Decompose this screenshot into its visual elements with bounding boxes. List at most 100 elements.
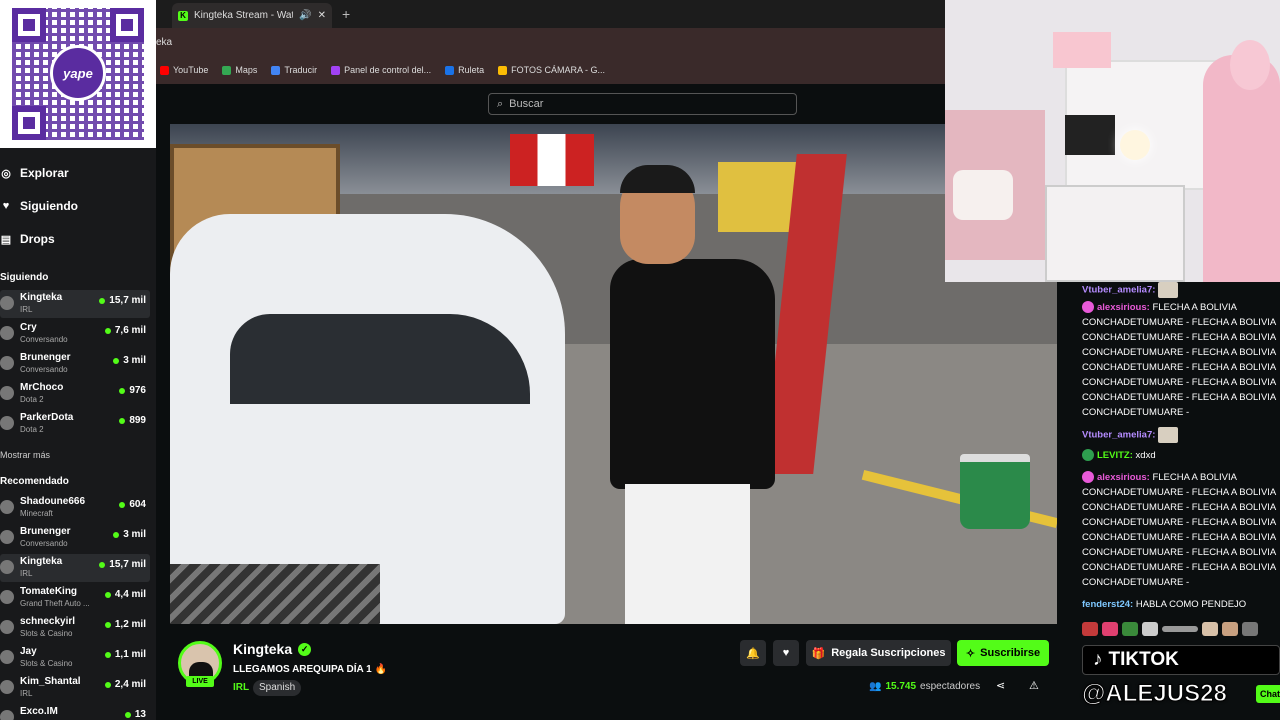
channel-name: Cry: [20, 322, 37, 333]
chat-username[interactable]: alexsirious:: [1097, 302, 1150, 313]
gift-subs-button[interactable]: 🎁 Regala Suscripciones: [806, 640, 951, 666]
nav-drops[interactable]: ▤ Drops: [0, 228, 55, 250]
gift-label: Regala Suscripciones: [831, 647, 946, 659]
emote-icon[interactable]: [1082, 622, 1098, 636]
chat-username[interactable]: Vtuber_amelia7:: [1082, 285, 1155, 296]
sidebar-channel[interactable]: Exco.IM 13: [0, 704, 150, 720]
chat-text: xdxd: [1135, 450, 1156, 461]
show-more-link[interactable]: Mostrar más: [0, 450, 50, 460]
channel-name: Brunenger: [20, 352, 71, 363]
chat-username[interactable]: Vtuber_amelia7:: [1082, 430, 1155, 441]
emote-icon: [1158, 427, 1179, 443]
subscribe-button[interactable]: ✧ Suscribirse: [957, 640, 1049, 666]
category-link[interactable]: IRL: [233, 682, 249, 693]
chat-username[interactable]: LEVITZ:: [1097, 450, 1133, 461]
emote-icon[interactable]: [1122, 622, 1138, 636]
streamer-name[interactable]: Kingteka: [233, 641, 292, 657]
channel-avatar: [0, 500, 14, 514]
chat-send-button[interactable]: Chat: [1256, 685, 1280, 703]
viewer-count-text: 15,7 mil: [109, 295, 146, 306]
channel-category: Grand Theft Auto ...: [20, 599, 90, 608]
emote-icon[interactable]: [1162, 626, 1198, 632]
sidebar-channel[interactable]: ParkerDota Dota 2 899: [0, 410, 150, 438]
tiktok-overlay: ♪ TIKTOK: [1082, 645, 1280, 675]
video-player[interactable]: 227: [170, 124, 1057, 624]
channel-viewers: 7,6 mil: [104, 325, 146, 336]
report-icon[interactable]: ⚠: [1029, 679, 1039, 692]
cam-scene: [1230, 40, 1270, 90]
search-icon: ⌕: [497, 97, 504, 110]
chat-username[interactable]: alexsirious:: [1097, 472, 1150, 483]
video-person: [610, 165, 775, 624]
channel-viewers: 2,4 mil: [104, 679, 146, 690]
bookmark-item[interactable]: Traducir: [271, 65, 317, 75]
channel-name: Shadoune666: [20, 496, 86, 507]
viewer-count-text: 1,1 mil: [114, 649, 146, 660]
sidebar-channel[interactable]: Cry Conversando 7,6 mil: [0, 320, 150, 348]
channel-category: Conversando: [20, 335, 68, 344]
viewer-count: 👥 15.745 espectadores: [869, 681, 980, 692]
tiktok-icon: ♪: [1093, 649, 1103, 670]
subscribe-label: Suscribirse: [980, 647, 1041, 659]
sidebar-channel[interactable]: Kim_Shantal IRL 2,4 mil: [0, 674, 150, 702]
sidebar-channel[interactable]: schneckyirl Slots & Casino 1,2 mil: [0, 614, 150, 642]
chat-text: FLECHA A BOLIVIA CONCHADETUMUARE - FLECH…: [1082, 472, 1276, 588]
emote-icon[interactable]: [1242, 622, 1258, 636]
bookmark-label: Ruleta: [458, 65, 485, 75]
chat-message: LEVITZ: xdxd: [1082, 448, 1280, 463]
channel-category: Minecraft: [20, 509, 53, 518]
emote-icon[interactable]: [1142, 622, 1158, 636]
heart-icon: ♥: [2, 200, 10, 212]
browser-tab[interactable]: K Kingteka Stream - Watch L 🔊 ✕: [172, 3, 332, 28]
speaker-icon[interactable]: 🔊: [299, 10, 311, 21]
search-input[interactable]: ⌕ Buscar: [488, 93, 797, 115]
emote-icon[interactable]: [1222, 622, 1238, 636]
bookmark-item[interactable]: Panel de control del...: [331, 65, 431, 75]
nav-label: Siguiendo: [20, 199, 78, 213]
nav-explorar[interactable]: ◎ Explorar: [0, 162, 69, 184]
sidebar-channel[interactable]: Jay Slots & Casino 1,1 mil: [0, 644, 150, 672]
bookmark-item[interactable]: Maps: [222, 65, 257, 75]
yape-logo: yape: [50, 45, 106, 101]
site-header: ⌕ Buscar: [156, 84, 945, 124]
bookmark-item[interactable]: FOTOS CÁMARA - G...: [498, 65, 605, 75]
new-tab-button[interactable]: +: [342, 6, 350, 22]
notification-bell-button[interactable]: 🔔: [740, 640, 766, 666]
nav-siguiendo[interactable]: ♥ Siguiendo: [0, 195, 78, 217]
viewer-label: espectadores: [920, 681, 981, 692]
screen: yape K Kingteka Stream - Watch L 🔊 ✕ + e…: [0, 0, 1280, 720]
sidebar-channel[interactable]: Kingteka IRL 15,7 mil: [0, 554, 150, 582]
cam-scene: [1203, 55, 1280, 282]
badge-icon: [1082, 449, 1094, 462]
address-bar[interactable]: eka: [156, 28, 945, 56]
channel-name: TomateKing: [20, 586, 78, 597]
language-tag[interactable]: Spanish: [253, 680, 302, 696]
sidebar-channel[interactable]: Brunenger Conversando 3 mil: [0, 350, 150, 378]
bookmark-item[interactable]: YouTube: [160, 65, 208, 75]
emote-icon[interactable]: [1102, 622, 1118, 636]
kick-favicon-icon: K: [178, 10, 188, 21]
channel-avatar: [0, 590, 14, 604]
share-icon[interactable]: ⋖: [996, 679, 1005, 692]
sidebar-channel[interactable]: TomateKing Grand Theft Auto ... 4,4 mil: [0, 584, 150, 612]
sidebar-channel[interactable]: Shadoune666 Minecraft 604: [0, 494, 150, 522]
sidebar-channel[interactable]: Brunenger Conversando 3 mil: [0, 524, 150, 552]
chat-message: fenderst24: HABLA COMO PENDEJO: [1082, 597, 1280, 612]
sidebar-channel[interactable]: MrChoco Dota 2 976: [0, 380, 150, 408]
channel-viewers: 3 mil: [113, 529, 146, 540]
live-dot-icon: [99, 561, 106, 568]
bookmark-item[interactable]: Ruleta: [445, 65, 484, 75]
chat-username[interactable]: fenderst24:: [1082, 599, 1133, 610]
heart-icon: ♥: [782, 647, 790, 659]
emote-bar: [1082, 622, 1258, 636]
live-dot-icon: [104, 327, 111, 334]
live-dot-icon: [104, 621, 111, 628]
follow-button[interactable]: ♥: [773, 640, 799, 666]
close-tab-icon[interactable]: ✕: [318, 10, 326, 21]
chat-message: Vtuber_amelia7:: [1082, 427, 1280, 443]
viewer-count-text: 604: [129, 499, 146, 510]
emote-icon[interactable]: [1202, 622, 1218, 636]
channel-category: Slots & Casino: [20, 659, 73, 668]
sidebar-channel[interactable]: Kingteka IRL 15,7 mil: [0, 290, 150, 318]
channel-avatar: [0, 416, 14, 430]
